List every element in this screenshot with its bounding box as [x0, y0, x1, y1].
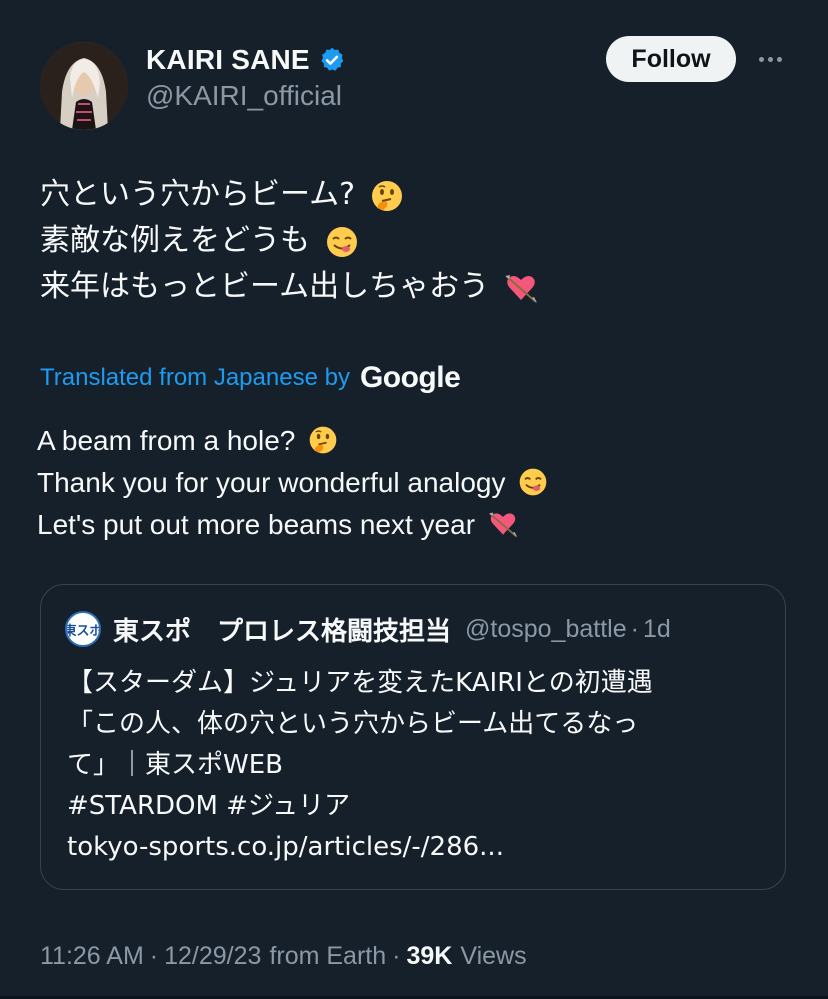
display-name[interactable]: KAIRI SANE	[146, 44, 310, 76]
quoted-line: 「この人、体の穴という穴からビーム出てるなっ	[67, 709, 639, 739]
tweet-line: 穴という穴からビーム?	[40, 172, 800, 218]
tweet-line: 素敵な例えをどうも	[40, 218, 800, 264]
translated-text: A beam from a hole? Thank you for your w…	[37, 420, 797, 546]
face-savoring-food-emoji-icon	[517, 466, 549, 498]
quoted-author-name[interactable]: 東スポ プロレス格闘技担当	[113, 611, 451, 648]
face-savoring-food-emoji-icon	[324, 224, 357, 257]
tweet-date[interactable]: 12/29/23	[164, 942, 261, 971]
translation-line: A beam from a hole?	[37, 420, 797, 462]
quoted-hashtags[interactable]: #STARDOM #ジュリア	[67, 786, 767, 827]
quoted-tweet-header: 東スポ 東スポ プロレス格闘技担当 @tospo_battle · 1d	[65, 611, 671, 647]
display-name-row: KAIRI SANE	[146, 42, 346, 78]
separator-dot: ·	[149, 941, 159, 970]
heart-with-arrow-emoji-icon	[487, 508, 519, 540]
tweet-line: 来年はもっとビーム出しちゃおう	[40, 264, 800, 310]
quoted-line: て」｜東スポWEB	[67, 750, 283, 780]
thinking-face-emoji-icon	[369, 178, 402, 211]
thinking-face-emoji-icon	[307, 424, 339, 456]
author-handle[interactable]: @KAIRI_official	[146, 80, 342, 112]
tweet-text: 穴という穴からビーム? 素敵な例えをどうも 来年はもっとビーム出しちゃおう	[40, 172, 800, 310]
translation-attribution: Translated from Japanese by Google	[40, 358, 461, 398]
quoted-author-avatar[interactable]: 東スポ	[65, 611, 101, 647]
profile-photo-icon	[40, 42, 128, 130]
tweet-header: KAIRI SANE @KAIRI_official Follow	[0, 0, 828, 150]
follow-button[interactable]: Follow	[606, 36, 736, 82]
more-options-icon[interactable]	[752, 44, 788, 74]
author-avatar[interactable]	[40, 42, 128, 130]
verified-badge-icon	[318, 46, 346, 74]
views-label: Views	[460, 941, 527, 970]
quoted-tweet-card[interactable]: 東スポ 東スポ プロレス格闘技担当 @tospo_battle · 1d 【スタ…	[40, 584, 786, 890]
tweet-metadata: 11:26 AM · 12/29/23 from Earth · 39K Vie…	[40, 938, 527, 974]
tweet-source: from Earth	[269, 941, 387, 970]
separator-dot: ·	[630, 614, 639, 643]
quoted-link[interactable]: tokyo-sports.co.jp/articles/-/286...	[67, 827, 767, 868]
translated-from-label[interactable]: Translated from Japanese by	[40, 364, 350, 392]
tweet-time[interactable]: 11:26 AM	[40, 942, 144, 971]
separator-dot: ·	[392, 941, 401, 970]
translation-line: Thank you for your wonderful analogy	[37, 462, 797, 504]
quoted-line: 【スターダム】ジュリアを変えたKAIRIとの初遭遇	[67, 668, 653, 698]
quoted-tweet-text: 【スターダム】ジュリアを変えたKAIRIとの初遭遇 「この人、体の穴という穴から…	[67, 663, 767, 868]
google-logo: Google	[359, 361, 461, 394]
views-count[interactable]: 39K	[406, 942, 452, 971]
quoted-author-handle[interactable]: @tospo_battle	[465, 615, 627, 644]
heart-with-arrow-emoji-icon	[503, 270, 537, 303]
quoted-tweet-time[interactable]: 1d	[643, 615, 671, 644]
translation-line: Let's put out more beams next year	[37, 504, 797, 546]
